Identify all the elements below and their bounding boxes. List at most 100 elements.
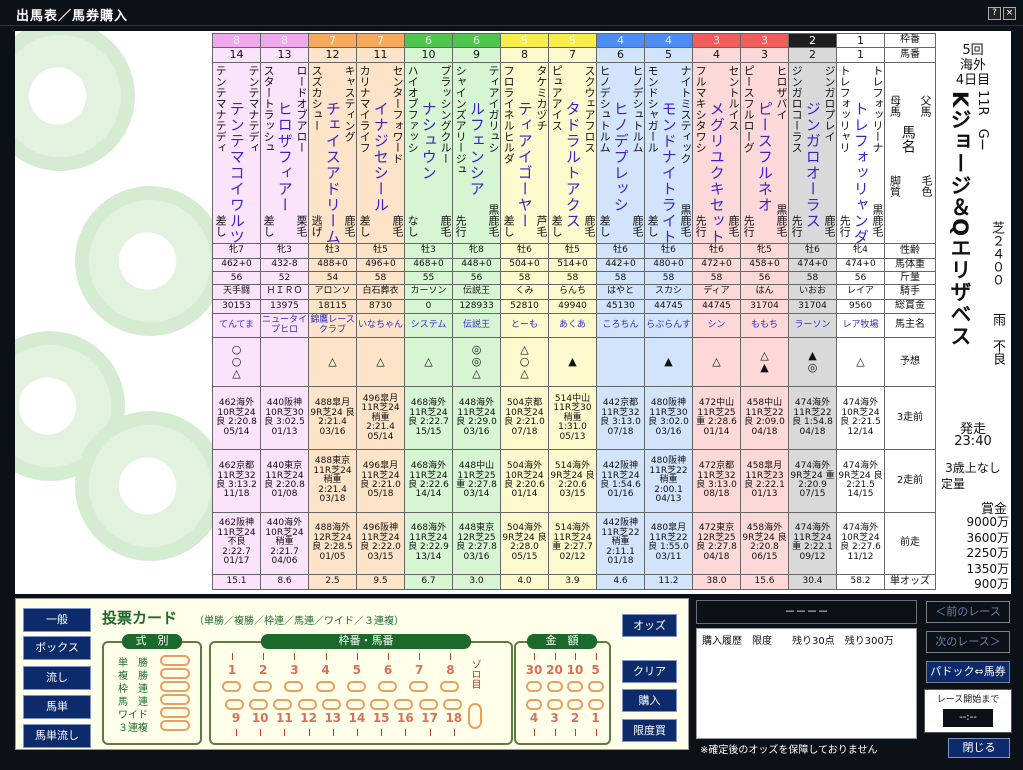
number-checkbox[interactable] — [409, 681, 429, 692]
amount-2[interactable]: 2 — [565, 711, 585, 725]
number-11[interactable]: 11 — [272, 711, 296, 725]
run-style: 先行 — [694, 214, 708, 237]
number-12[interactable]: 12 — [297, 711, 321, 725]
number-checkbox[interactable] — [249, 699, 269, 710]
number-9[interactable]: 9 — [224, 711, 248, 725]
horse-name[interactable]: ヒノデプレッシ — [612, 101, 630, 213]
kin-cell: 56 — [740, 271, 789, 286]
number-14[interactable]: 14 — [345, 711, 369, 725]
horse-name[interactable]: ヒロザフィアー — [276, 101, 294, 213]
next-race-button[interactable]: 次のレース＞ — [926, 631, 1010, 653]
number-8[interactable]: 8 — [438, 663, 462, 677]
number-17[interactable]: 17 — [418, 711, 442, 725]
amount-checkbox[interactable] — [546, 681, 563, 692]
amount-30[interactable]: 30 — [524, 663, 544, 677]
clear-button[interactable]: クリア — [622, 660, 677, 683]
number-checkbox[interactable] — [440, 681, 460, 692]
number-checkbox[interactable] — [346, 699, 365, 710]
amount-20[interactable]: 20 — [545, 663, 565, 677]
row-label: 馬体重 — [884, 258, 936, 273]
number-checkbox[interactable] — [225, 699, 244, 710]
number-10[interactable]: 10 — [248, 711, 272, 725]
buy-button[interactable]: 購入 — [622, 689, 677, 712]
mode-nagashi-button[interactable]: 流し — [23, 666, 91, 690]
run-style: 差し — [214, 214, 228, 237]
number-checkbox[interactable] — [315, 681, 335, 692]
waku-cell: 1 — [836, 32, 885, 49]
number-15[interactable]: 15 — [369, 711, 393, 725]
horse-name[interactable]: ジンガロオーラス — [804, 101, 822, 229]
amount-checkbox[interactable] — [546, 699, 563, 710]
waku-cell: 7 — [356, 32, 405, 49]
number-checkbox[interactable] — [273, 699, 293, 710]
number-checkbox[interactable] — [222, 681, 241, 692]
amount-1[interactable]: 1 — [586, 711, 606, 725]
number-4[interactable]: 4 — [314, 663, 338, 677]
amount-checkbox[interactable] — [526, 681, 542, 692]
limit-buy-button[interactable]: 限度買 — [622, 719, 677, 742]
history-list[interactable]: 購入履歴 限度 残り30点 残り300万 — [696, 628, 917, 739]
number-2[interactable]: 2 — [251, 663, 275, 677]
number-6[interactable]: 6 — [376, 663, 400, 677]
amount-5[interactable]: 5 — [586, 663, 606, 677]
number-5[interactable]: 5 — [345, 663, 369, 677]
shiki-checkbox-5[interactable] — [160, 720, 190, 731]
number-checkbox[interactable] — [284, 681, 304, 692]
shiki-checkbox-0[interactable] — [160, 655, 190, 666]
mode-umatan-button[interactable]: 馬単 — [23, 695, 91, 719]
number-checkbox[interactable] — [321, 699, 341, 710]
horse-name[interactable]: トレフォッリャンダ — [852, 101, 870, 243]
odds-button[interactable]: オッズ — [622, 614, 677, 637]
horse-name[interactable]: ティアイゴーヤー — [516, 101, 534, 229]
help-button[interactable]: ? — [988, 7, 1001, 20]
number-3[interactable]: 3 — [282, 663, 306, 677]
mode-umatan-nagashi-button[interactable]: 馬単流し — [23, 724, 91, 748]
amount-4[interactable]: 4 — [524, 711, 544, 725]
shiki-checkbox-1[interactable] — [160, 668, 190, 679]
number-checkbox[interactable] — [346, 681, 366, 692]
paddock-toggle-button[interactable]: パドック⇔馬券 — [926, 661, 1010, 683]
horse-name[interactable]: メグリユクキセット — [708, 101, 726, 243]
mode-box-button[interactable]: ボックス — [23, 636, 91, 660]
mode-ippan-button[interactable]: 一般 — [23, 608, 91, 632]
row-label: 予想 — [884, 337, 936, 388]
countdown-value: --:-- — [943, 709, 993, 727]
number-checkbox[interactable] — [378, 681, 397, 692]
number-checkbox[interactable] — [370, 699, 390, 710]
horse-name[interactable]: ルフェンシア — [468, 101, 486, 197]
number-1[interactable]: 1 — [220, 663, 244, 677]
shiki-checkbox-3[interactable] — [160, 694, 190, 705]
amount-checkbox[interactable] — [587, 681, 604, 692]
amount-10[interactable]: 10 — [565, 663, 585, 677]
prize-cell: 49940 — [548, 298, 597, 314]
close-window-button[interactable]: × — [1003, 7, 1016, 20]
horse-name[interactable]: モンドナイトライト — [660, 101, 678, 243]
number-checkbox[interactable] — [418, 699, 438, 710]
shiki-checkbox-2[interactable] — [160, 681, 190, 692]
shiki-checkbox-4[interactable] — [160, 707, 190, 718]
number-7[interactable]: 7 — [407, 663, 431, 677]
number-13[interactable]: 13 — [321, 711, 345, 725]
owner-cell: レア牧場 — [836, 312, 885, 339]
number-checkbox[interactable] — [394, 699, 414, 710]
amount-3[interactable]: 3 — [545, 711, 565, 725]
number-checkbox[interactable] — [442, 699, 462, 710]
horse-color: 鹿毛 — [439, 214, 452, 237]
prev-race-button[interactable]: ＜前のレース — [926, 601, 1010, 623]
amount-checkbox[interactable] — [587, 699, 604, 710]
amount-checkbox[interactable] — [567, 681, 583, 692]
horse-name[interactable]: タドラルトアクス — [564, 101, 582, 229]
number-18[interactable]: 18 — [442, 711, 466, 725]
horse-name[interactable]: テンテマコイワルツ — [228, 101, 246, 243]
amount-checkbox[interactable] — [526, 699, 542, 710]
close-button[interactable]: 閉じる — [948, 738, 1010, 758]
horse-name[interactable]: ナシュウン — [420, 101, 438, 181]
horse-name[interactable]: ピースフルネオ — [756, 101, 774, 213]
number-checkbox[interactable] — [253, 681, 273, 692]
horse-name[interactable]: イナジセシール — [372, 101, 390, 213]
zoro-checkbox[interactable] — [468, 703, 482, 729]
number-16[interactable]: 16 — [393, 711, 417, 725]
number-checkbox[interactable] — [297, 699, 317, 710]
horse-name[interactable]: チェイスアドリーム — [324, 101, 342, 243]
amount-checkbox[interactable] — [567, 699, 583, 710]
